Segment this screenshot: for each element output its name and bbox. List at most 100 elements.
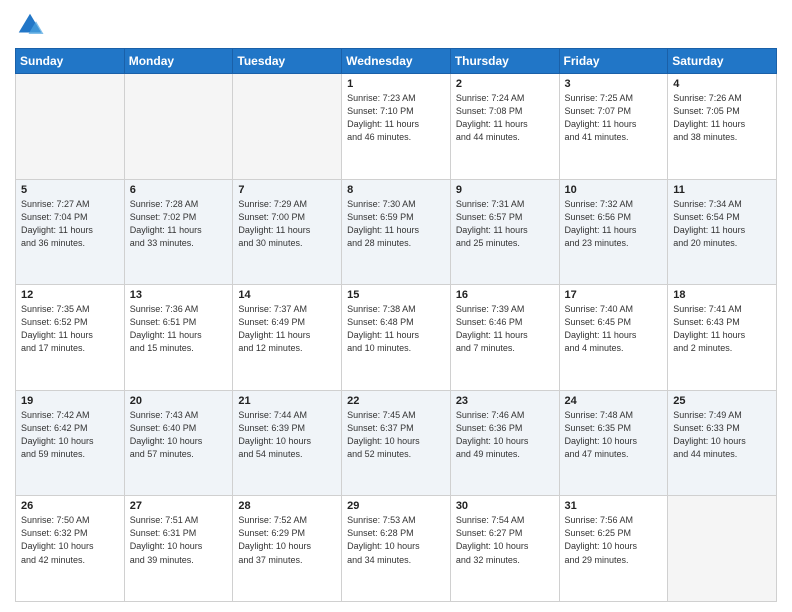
- calendar-header-row: SundayMondayTuesdayWednesdayThursdayFrid…: [16, 49, 777, 74]
- day-number: 6: [130, 184, 228, 196]
- week-row-4: 19 Sunrise: 7:42 AM Sunset: 6:42 PM Dayli…: [16, 390, 777, 496]
- calendar-cell: 22 Sunrise: 7:45 AM Sunset: 6:37 PM Dayli…: [342, 390, 451, 496]
- day-info: Sunrise: 7:27 AM Sunset: 7:04 PM Dayligh…: [21, 198, 119, 250]
- day-number: 31: [565, 500, 663, 512]
- header: [15, 10, 777, 40]
- day-number: 25: [673, 395, 771, 407]
- day-header-thursday: Thursday: [450, 49, 559, 74]
- calendar-cell: 3 Sunrise: 7:25 AM Sunset: 7:07 PM Daylig…: [559, 74, 668, 180]
- day-info: Sunrise: 7:32 AM Sunset: 6:56 PM Dayligh…: [565, 198, 663, 250]
- day-info: Sunrise: 7:29 AM Sunset: 7:00 PM Dayligh…: [238, 198, 336, 250]
- day-info: Sunrise: 7:23 AM Sunset: 7:10 PM Dayligh…: [347, 92, 445, 144]
- calendar-cell: [233, 74, 342, 180]
- calendar-cell: 14 Sunrise: 7:37 AM Sunset: 6:49 PM Dayli…: [233, 285, 342, 391]
- day-number: 5: [21, 184, 119, 196]
- calendar-cell: 11 Sunrise: 7:34 AM Sunset: 6:54 PM Dayli…: [668, 179, 777, 285]
- calendar-cell: 7 Sunrise: 7:29 AM Sunset: 7:00 PM Daylig…: [233, 179, 342, 285]
- day-info: Sunrise: 7:30 AM Sunset: 6:59 PM Dayligh…: [347, 198, 445, 250]
- day-info: Sunrise: 7:49 AM Sunset: 6:33 PM Dayligh…: [673, 409, 771, 461]
- calendar-cell: 29Sunrise: 7:53 AM Sunset: 6:28 PM Dayli…: [342, 496, 451, 602]
- day-info: Sunrise: 7:50 AM Sunset: 6:32 PM Dayligh…: [21, 514, 119, 566]
- week-row-2: 5 Sunrise: 7:27 AM Sunset: 7:04 PM Daylig…: [16, 179, 777, 285]
- calendar-cell: 2Sunrise: 7:24 AM Sunset: 7:08 PM Daylig…: [450, 74, 559, 180]
- day-number: 7: [238, 184, 336, 196]
- day-number: 14: [238, 289, 336, 301]
- day-number: 19: [21, 395, 119, 407]
- calendar-cell: 24 Sunrise: 7:48 AM Sunset: 6:35 PM Dayli…: [559, 390, 668, 496]
- day-info: Sunrise: 7:51 AM Sunset: 6:31 PM Dayligh…: [130, 514, 228, 566]
- calendar-cell: 12 Sunrise: 7:35 AM Sunset: 6:52 PM Dayli…: [16, 285, 125, 391]
- calendar-cell: [124, 74, 233, 180]
- page: SundayMondayTuesdayWednesdayThursdayFrid…: [0, 0, 792, 612]
- day-info: Sunrise: 7:34 AM Sunset: 6:54 PM Dayligh…: [673, 198, 771, 250]
- calendar-cell: 19 Sunrise: 7:42 AM Sunset: 6:42 PM Dayli…: [16, 390, 125, 496]
- day-number: 2: [456, 78, 554, 90]
- day-info: Sunrise: 7:56 AM Sunset: 6:25 PM Dayligh…: [565, 514, 663, 566]
- day-number: 3: [565, 78, 663, 90]
- day-info: Sunrise: 7:37 AM Sunset: 6:49 PM Dayligh…: [238, 303, 336, 355]
- calendar-cell: 4Sunrise: 7:26 AM Sunset: 7:05 PM Daylig…: [668, 74, 777, 180]
- calendar-cell: 6 Sunrise: 7:28 AM Sunset: 7:02 PM Daylig…: [124, 179, 233, 285]
- day-number: 26: [21, 500, 119, 512]
- day-number: 17: [565, 289, 663, 301]
- day-info: Sunrise: 7:31 AM Sunset: 6:57 PM Dayligh…: [456, 198, 554, 250]
- calendar-cell: 31 Sunrise: 7:56 AM Sunset: 6:25 PM Dayli…: [559, 496, 668, 602]
- day-info: Sunrise: 7:53 AM Sunset: 6:28 PM Dayligh…: [347, 514, 445, 566]
- day-info: Sunrise: 7:28 AM Sunset: 7:02 PM Dayligh…: [130, 198, 228, 250]
- day-number: 18: [673, 289, 771, 301]
- calendar-cell: 15 Sunrise: 7:38 AM Sunset: 6:48 PM Dayli…: [342, 285, 451, 391]
- day-info: Sunrise: 7:48 AM Sunset: 6:35 PM Dayligh…: [565, 409, 663, 461]
- calendar-cell: 21Sunrise: 7:44 AM Sunset: 6:39 PM Dayli…: [233, 390, 342, 496]
- day-header-monday: Monday: [124, 49, 233, 74]
- day-info: Sunrise: 7:38 AM Sunset: 6:48 PM Dayligh…: [347, 303, 445, 355]
- day-info: Sunrise: 7:35 AM Sunset: 6:52 PM Dayligh…: [21, 303, 119, 355]
- calendar-cell: 18 Sunrise: 7:41 AM Sunset: 6:43 PM Dayli…: [668, 285, 777, 391]
- calendar-cell: 1 Sunrise: 7:23 AM Sunset: 7:10 PM Daylig…: [342, 74, 451, 180]
- day-number: 24: [565, 395, 663, 407]
- logo: [15, 10, 49, 40]
- calendar-cell: 25 Sunrise: 7:49 AM Sunset: 6:33 PM Dayli…: [668, 390, 777, 496]
- calendar-cell: 23 Sunrise: 7:46 AM Sunset: 6:36 PM Dayli…: [450, 390, 559, 496]
- calendar-cell: 17Sunrise: 7:40 AM Sunset: 6:45 PM Dayli…: [559, 285, 668, 391]
- day-number: 23: [456, 395, 554, 407]
- day-number: 12: [21, 289, 119, 301]
- day-header-saturday: Saturday: [668, 49, 777, 74]
- week-row-5: 26 Sunrise: 7:50 AM Sunset: 6:32 PM Dayli…: [16, 496, 777, 602]
- day-info: Sunrise: 7:43 AM Sunset: 6:40 PM Dayligh…: [130, 409, 228, 461]
- day-info: Sunrise: 7:25 AM Sunset: 7:07 PM Dayligh…: [565, 92, 663, 144]
- day-number: 28: [238, 500, 336, 512]
- day-info: Sunrise: 7:45 AM Sunset: 6:37 PM Dayligh…: [347, 409, 445, 461]
- day-number: 8: [347, 184, 445, 196]
- day-number: 20: [130, 395, 228, 407]
- day-number: 15: [347, 289, 445, 301]
- day-number: 1: [347, 78, 445, 90]
- calendar-cell: 8 Sunrise: 7:30 AM Sunset: 6:59 PM Daylig…: [342, 179, 451, 285]
- day-info: Sunrise: 7:52 AM Sunset: 6:29 PM Dayligh…: [238, 514, 336, 566]
- day-header-tuesday: Tuesday: [233, 49, 342, 74]
- calendar-cell: [16, 74, 125, 180]
- calendar-cell: 16 Sunrise: 7:39 AM Sunset: 6:46 PM Dayli…: [450, 285, 559, 391]
- day-info: Sunrise: 7:46 AM Sunset: 6:36 PM Dayligh…: [456, 409, 554, 461]
- calendar-cell: [668, 496, 777, 602]
- day-number: 22: [347, 395, 445, 407]
- day-header-sunday: Sunday: [16, 49, 125, 74]
- week-row-1: 1 Sunrise: 7:23 AM Sunset: 7:10 PM Daylig…: [16, 74, 777, 180]
- day-info: Sunrise: 7:54 AM Sunset: 6:27 PM Dayligh…: [456, 514, 554, 566]
- calendar-cell: 10Sunrise: 7:32 AM Sunset: 6:56 PM Dayli…: [559, 179, 668, 285]
- calendar-cell: 20 Sunrise: 7:43 AM Sunset: 6:40 PM Dayli…: [124, 390, 233, 496]
- calendar-cell: 9Sunrise: 7:31 AM Sunset: 6:57 PM Daylig…: [450, 179, 559, 285]
- day-number: 21: [238, 395, 336, 407]
- day-info: Sunrise: 7:39 AM Sunset: 6:46 PM Dayligh…: [456, 303, 554, 355]
- calendar-cell: 30Sunrise: 7:54 AM Sunset: 6:27 PM Dayli…: [450, 496, 559, 602]
- day-number: 27: [130, 500, 228, 512]
- week-row-3: 12 Sunrise: 7:35 AM Sunset: 6:52 PM Dayli…: [16, 285, 777, 391]
- day-info: Sunrise: 7:41 AM Sunset: 6:43 PM Dayligh…: [673, 303, 771, 355]
- day-info: Sunrise: 7:26 AM Sunset: 7:05 PM Dayligh…: [673, 92, 771, 144]
- day-number: 11: [673, 184, 771, 196]
- day-info: Sunrise: 7:36 AM Sunset: 6:51 PM Dayligh…: [130, 303, 228, 355]
- day-info: Sunrise: 7:42 AM Sunset: 6:42 PM Dayligh…: [21, 409, 119, 461]
- day-number: 16: [456, 289, 554, 301]
- day-header-friday: Friday: [559, 49, 668, 74]
- day-header-wednesday: Wednesday: [342, 49, 451, 74]
- calendar-cell: 26 Sunrise: 7:50 AM Sunset: 6:32 PM Dayli…: [16, 496, 125, 602]
